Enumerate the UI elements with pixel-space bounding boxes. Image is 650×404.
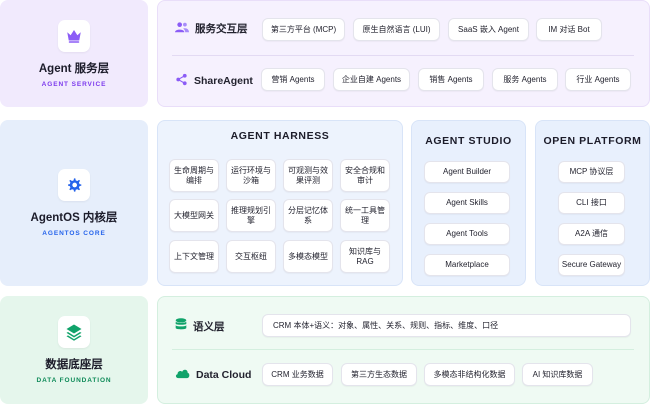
semantic-label: 语义层 bbox=[193, 320, 225, 333]
harness-item: 生命周期与编排 bbox=[169, 159, 219, 192]
studio-item: Agent Skills bbox=[424, 192, 510, 214]
studio-item: Agent Builder bbox=[424, 161, 510, 183]
semantic-row-label: 语义层 bbox=[175, 318, 225, 334]
studio-item: Agent Tools bbox=[424, 223, 510, 245]
layers-icon bbox=[58, 316, 90, 348]
cloud-label: Data Cloud bbox=[196, 369, 252, 381]
cloud-item: AI 知识库数据 bbox=[522, 363, 593, 386]
share-item: 行业 Agents bbox=[565, 68, 631, 91]
harness-item: 上下文管理 bbox=[169, 240, 219, 273]
studio-title: AGENT STUDIO bbox=[425, 135, 512, 147]
agent-service-subtitle: AGENT SERVICE bbox=[41, 80, 107, 88]
open-platform-title: OPEN PLATFORM bbox=[543, 135, 642, 147]
interaction-row-label: 服务交互层 bbox=[175, 21, 248, 36]
data-foundation-card: 数据底座层 DATA FOUNDATION bbox=[0, 296, 148, 404]
interaction-item: 原生自然语言 (LUI) bbox=[353, 18, 440, 41]
cloud-row-label: Data Cloud bbox=[175, 368, 251, 382]
service-divider bbox=[172, 55, 634, 56]
harness-item: 推理规划引擎 bbox=[226, 199, 276, 232]
share-row-label: ShareAgent bbox=[175, 73, 253, 89]
interaction-item: SaaS 嵌入 Agent bbox=[448, 18, 529, 41]
agent-service-title: Agent 服务层 bbox=[38, 62, 110, 75]
crown-icon bbox=[58, 19, 90, 52]
cloud-icon bbox=[175, 368, 190, 382]
harness-item: 安全合规和审计 bbox=[340, 159, 390, 192]
open-platform-item: MCP 协议层 bbox=[558, 161, 625, 183]
cloud-item: CRM 业务数据 bbox=[262, 363, 333, 386]
agentos-core-title: AgentOS 内核层 bbox=[30, 212, 118, 224]
agentos-core-subtitle: AGENTOS CORE bbox=[42, 230, 106, 237]
open-platform-item: CLI 接口 bbox=[558, 192, 625, 214]
share-label: ShareAgent bbox=[194, 75, 253, 87]
cloud-item: 第三方生态数据 bbox=[341, 363, 417, 386]
harness-item: 运行环境与沙箱 bbox=[226, 159, 276, 192]
share-item: 销售 Agents bbox=[418, 68, 484, 91]
share-item: 企业自建 Agents bbox=[333, 68, 410, 91]
database-icon bbox=[175, 318, 187, 334]
harness-item: 分层记忆体系 bbox=[283, 199, 333, 232]
users-icon bbox=[175, 21, 189, 36]
open-platform-item: A2A 通信 bbox=[558, 223, 625, 245]
harness-item: 可观测与效果评测 bbox=[283, 159, 333, 192]
interaction-item: IM 对话 Bot bbox=[536, 18, 602, 41]
data-foundation-subtitle: DATA FOUNDATION bbox=[36, 377, 112, 384]
harness-item: 大模型网关 bbox=[169, 199, 219, 232]
harness-item: 知识库与RAG bbox=[340, 240, 390, 273]
share-item: 营销 Agents bbox=[261, 68, 325, 91]
cloud-item: 多模态非结构化数据 bbox=[424, 363, 515, 386]
interaction-item: 第三方平台 (MCP) bbox=[262, 18, 345, 41]
harness-item: 交互枢纽 bbox=[226, 240, 276, 273]
interaction-label: 服务交互层 bbox=[195, 23, 248, 35]
open-platform-item: Secure Gateway bbox=[558, 254, 625, 276]
harness-item: 多模态模型 bbox=[283, 240, 333, 273]
share-icon bbox=[175, 73, 188, 89]
data-foundation-title: 数据底座层 bbox=[45, 359, 103, 371]
share-item: 服务 Agents bbox=[492, 68, 558, 91]
data-foundation-panel bbox=[157, 296, 650, 404]
data-divider bbox=[172, 349, 634, 350]
agentos-core-card: AgentOS 内核层 AGENTOS CORE bbox=[0, 120, 148, 286]
semantic-value: CRM 本体+语义：对象、属性、关系、规则、指标、维度、口径 bbox=[262, 314, 631, 337]
agent-service-card: Agent 服务层 AGENT SERVICE bbox=[0, 0, 148, 107]
harness-title: AGENT HARNESS bbox=[230, 130, 330, 142]
gear-icon bbox=[58, 169, 90, 201]
harness-item: 统一工具管理 bbox=[340, 199, 390, 232]
studio-item: Marketplace bbox=[424, 254, 510, 276]
